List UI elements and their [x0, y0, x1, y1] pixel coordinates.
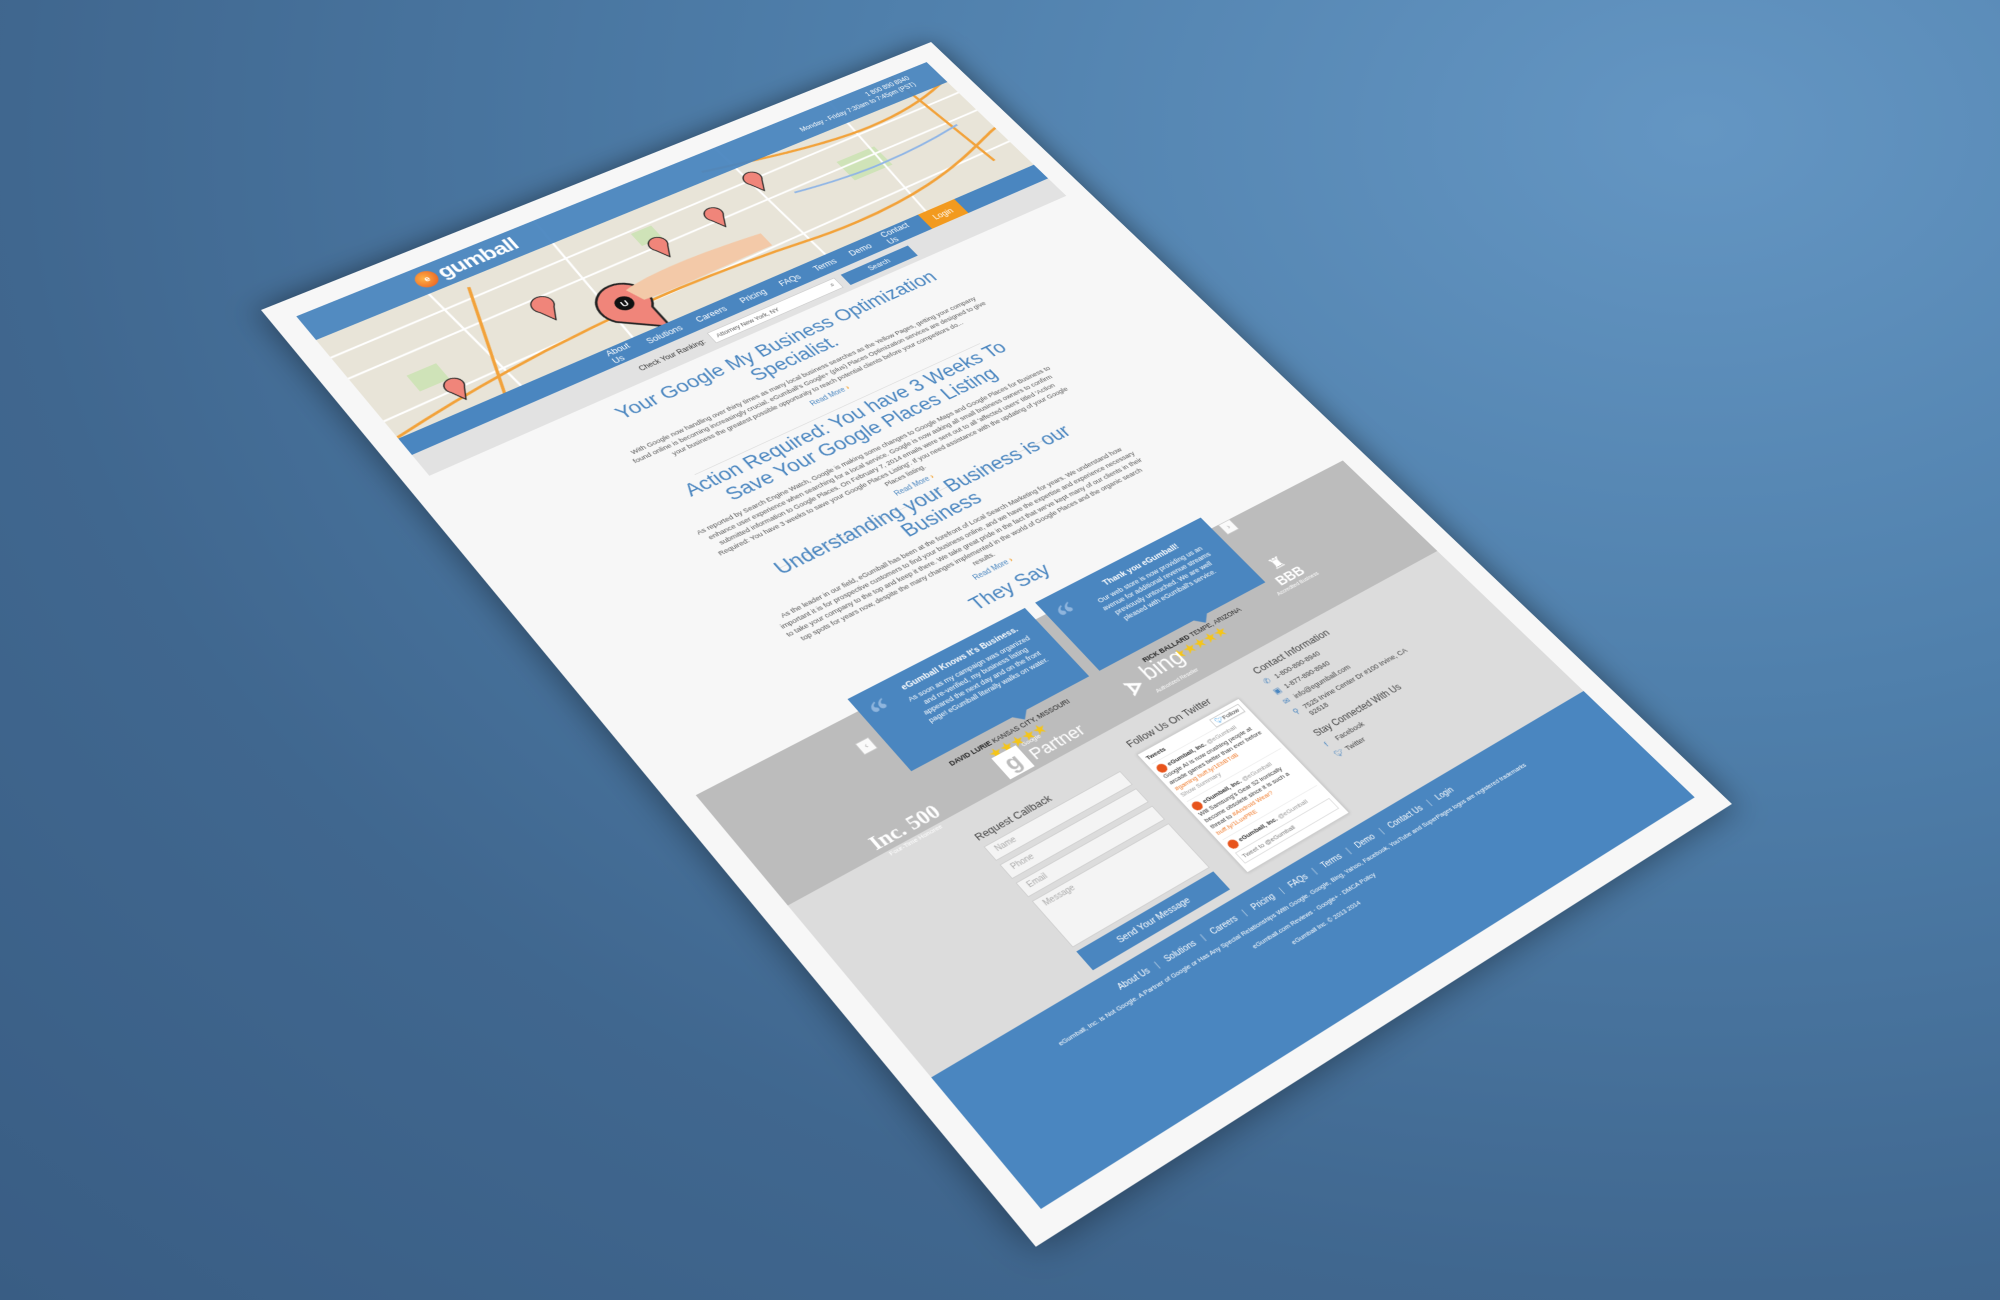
footer-link[interactable]: Login — [1434, 786, 1457, 802]
footer-gplus-link[interactable]: Google+ — [1314, 893, 1340, 911]
footer-link[interactable]: Terms — [1319, 852, 1344, 870]
chevron-right-icon: › — [844, 384, 852, 392]
search-icon[interactable]: ⌕ — [828, 281, 837, 288]
webpage-mockup: U e gumball 1 800 890 8940 Monday - Frid… — [261, 42, 1732, 1247]
footer-link[interactable]: Demo — [1353, 833, 1378, 851]
footer-link[interactable]: FAQs — [1287, 873, 1311, 890]
